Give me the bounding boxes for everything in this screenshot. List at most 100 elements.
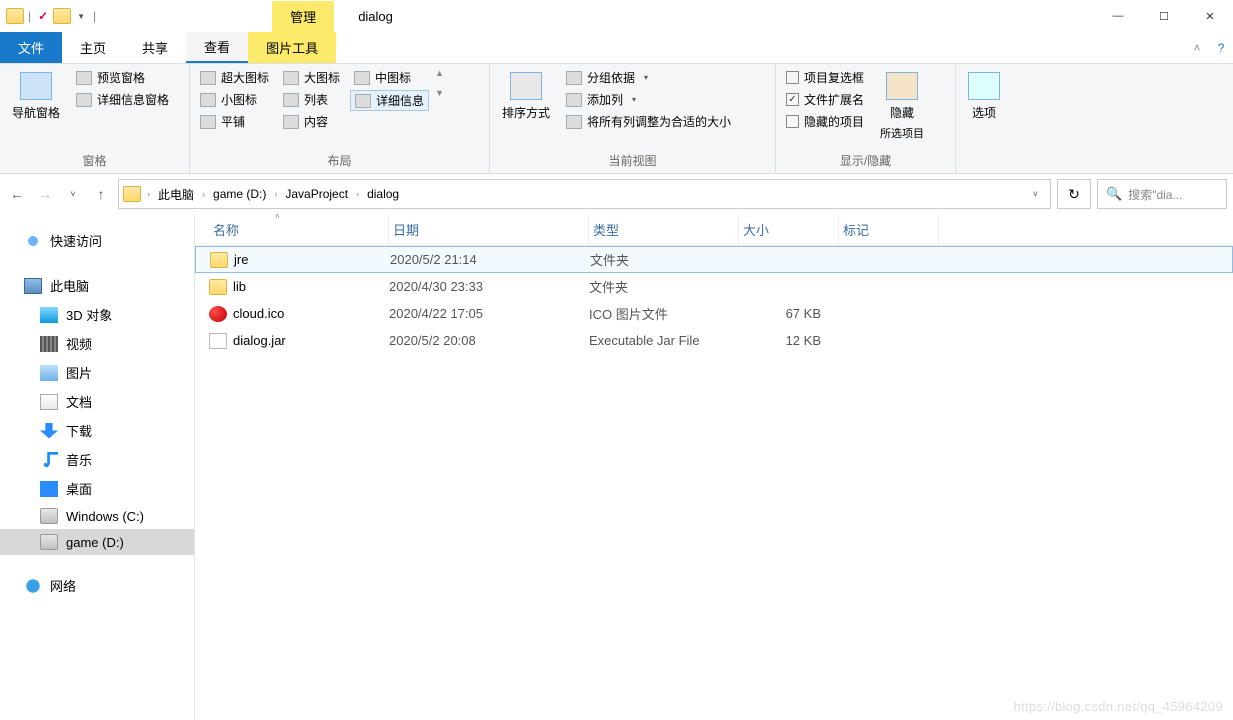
forward-button[interactable]: → [34, 182, 56, 206]
breadcrumb-dropdown-icon[interactable]: ˅ [1025, 189, 1046, 199]
ribbon-collapse-icon[interactable]: ˄ [1185, 32, 1209, 63]
qat-properties-icon[interactable]: ✓ [35, 8, 51, 24]
sidebar-item-3d-objects[interactable]: 3D 对象 [0, 300, 194, 329]
layout-extra-large-label: 超大图标 [221, 69, 269, 86]
item-checkboxes-toggle[interactable]: 项目复选框 [782, 68, 868, 87]
sidebar-item-drive-c[interactable]: Windows (C:) [0, 503, 194, 529]
layout-tiles-button[interactable]: 平铺 [196, 112, 273, 131]
context-tab-manage[interactable]: 管理 [272, 1, 334, 32]
checkbox-empty-icon [786, 115, 799, 128]
sidebar-item-label: 视频 [66, 334, 92, 353]
close-button[interactable]: ✕ [1187, 0, 1233, 32]
sidebar-item-downloads[interactable]: 下载 [0, 416, 194, 445]
layout-details-button[interactable]: 详细信息 [350, 90, 429, 111]
layout-scroll-down-icon[interactable]: ▼ [435, 88, 444, 98]
minimize-button[interactable]: — [1095, 0, 1141, 32]
table-row[interactable]: lib2020/4/30 23:33文件夹 [195, 273, 1233, 300]
sidebar-item-videos[interactable]: 视频 [0, 329, 194, 358]
up-button[interactable]: ↑ [90, 182, 112, 206]
chevron-down-icon: ▾ [640, 73, 650, 82]
layout-scroll-up-icon[interactable]: ▲ [435, 68, 444, 78]
hide-selected-button[interactable]: 隐藏 所选项目 [874, 68, 930, 145]
search-icon: 🔍 [1106, 186, 1122, 202]
table-row[interactable]: jre2020/5/2 21:14文件夹 [195, 246, 1233, 273]
breadcrumb-item[interactable]: dialog [361, 187, 405, 201]
navigation-pane-icon [20, 72, 52, 100]
ribbon-group-layout: 超大图标 小图标 平铺 大图标 列表 内容 中图标 详细信息 ▲ ▼ 布局 [190, 64, 490, 173]
ribbon-group-show-hide-label: 显示/隐藏 [782, 150, 949, 173]
layout-content-button[interactable]: 内容 [279, 112, 344, 131]
tab-view[interactable]: 查看 [186, 32, 248, 63]
network-icon [24, 578, 42, 594]
refresh-button[interactable]: ↻ [1057, 179, 1091, 209]
extra-large-icons-icon [200, 71, 216, 85]
back-button[interactable]: ← [6, 182, 28, 206]
recent-dropdown-icon[interactable]: ˅ [62, 182, 84, 206]
preview-pane-button[interactable]: 预览窗格 [72, 68, 173, 87]
details-pane-button[interactable]: 详细信息窗格 [72, 90, 173, 109]
breadcrumb-item[interactable]: game (D:) [207, 187, 272, 201]
sidebar-item-pictures[interactable]: 图片 [0, 358, 194, 387]
layout-list-button[interactable]: 列表 [279, 90, 344, 109]
hidden-items-label: 隐藏的项目 [804, 113, 864, 130]
hide-selected-label: 隐藏 [890, 104, 914, 121]
table-row[interactable]: cloud.ico2020/4/22 17:05ICO 图片文件67 KB [195, 300, 1233, 327]
column-header-tags[interactable]: 标记 [839, 214, 939, 245]
layout-small-button[interactable]: 小图标 [196, 90, 273, 109]
pc-icon [24, 278, 42, 294]
sidebar-item-label: 此电脑 [50, 276, 89, 295]
navigation-pane-button[interactable]: 导航窗格 [6, 68, 66, 125]
table-row[interactable]: dialog.jar2020/5/2 20:08Executable Jar F… [195, 327, 1233, 354]
sidebar-item-drive-d[interactable]: game (D:) [0, 529, 194, 555]
column-header-size[interactable]: 大小 [739, 214, 839, 245]
size-columns-label: 将所有列调整为合适的大小 [587, 113, 731, 130]
file-extensions-toggle[interactable]: ✓文件扩展名 [782, 90, 868, 109]
sidebar-item-desktop[interactable]: 桌面 [0, 474, 194, 503]
group-by-button[interactable]: 分组依据▾ [562, 68, 735, 87]
sort-by-button[interactable]: 排序方式 [496, 68, 556, 125]
tab-home[interactable]: 主页 [62, 32, 124, 63]
tab-share[interactable]: 共享 [124, 32, 186, 63]
add-columns-button[interactable]: 添加列 ▾ [562, 90, 735, 109]
layout-extra-large-button[interactable]: 超大图标 [196, 68, 273, 87]
maximize-button[interactable]: ☐ [1141, 0, 1187, 32]
add-columns-label: 添加列 [587, 91, 623, 108]
sidebar-item-music[interactable]: 音乐 [0, 445, 194, 474]
ribbon-group-layout-label: 布局 [196, 150, 483, 173]
sidebar-item-this-pc[interactable]: 此电脑 [0, 271, 194, 300]
quick-access-toolbar: | ✓ ▼ | [0, 8, 104, 24]
chevron-right-icon[interactable]: › [274, 189, 277, 199]
list-icon [283, 93, 299, 107]
sidebar-item-documents[interactable]: 文档 [0, 387, 194, 416]
layout-medium-button[interactable]: 中图标 [350, 68, 429, 87]
search-input[interactable]: 🔍 搜索"dia... [1097, 179, 1227, 209]
help-icon[interactable]: ? [1209, 32, 1233, 63]
tab-file[interactable]: 文件 [0, 32, 62, 63]
tab-picture-tools[interactable]: 图片工具 [248, 32, 336, 63]
column-header-date[interactable]: 日期 [389, 214, 589, 245]
file-list: ˄ 名称 日期 类型 大小 标记 jre2020/5/2 21:14文件夹lib… [195, 214, 1233, 720]
sidebar-item-network[interactable]: 网络 [0, 571, 194, 600]
breadcrumb[interactable]: › 此电脑 › game (D:) › JavaProject › dialog… [118, 179, 1051, 209]
chevron-right-icon[interactable]: › [147, 189, 150, 199]
hidden-items-toggle[interactable]: 隐藏的项目 [782, 112, 868, 131]
layout-large-button[interactable]: 大图标 [279, 68, 344, 87]
options-button[interactable]: 选项 [962, 68, 1006, 125]
qat-new-folder-icon[interactable] [53, 8, 71, 24]
size-columns-button[interactable]: 将所有列调整为合适的大小 [562, 112, 735, 131]
column-header-type[interactable]: 类型 [589, 214, 739, 245]
sort-by-label: 排序方式 [502, 104, 550, 121]
chevron-right-icon[interactable]: › [356, 189, 359, 199]
navigation-sidebar: 快速访问 此电脑 3D 对象 视频 图片 文档 下载 音乐 桌面 Windows… [0, 214, 195, 720]
checkbox-empty-icon [786, 71, 799, 84]
chevron-right-icon[interactable]: › [202, 189, 205, 199]
medium-icons-icon [354, 71, 370, 85]
column-header-name[interactable]: 名称 [209, 214, 389, 245]
breadcrumb-item[interactable]: 此电脑 [152, 186, 200, 203]
sidebar-item-quick-access[interactable]: 快速访问 [0, 226, 194, 255]
ribbon-group-options: 选项 [956, 64, 1016, 173]
file-type: 文件夹 [589, 277, 739, 296]
breadcrumb-item[interactable]: JavaProject [279, 187, 354, 201]
qat-dropdown-icon[interactable]: ▼ [73, 12, 89, 21]
chevron-down-icon: ▾ [628, 95, 638, 104]
